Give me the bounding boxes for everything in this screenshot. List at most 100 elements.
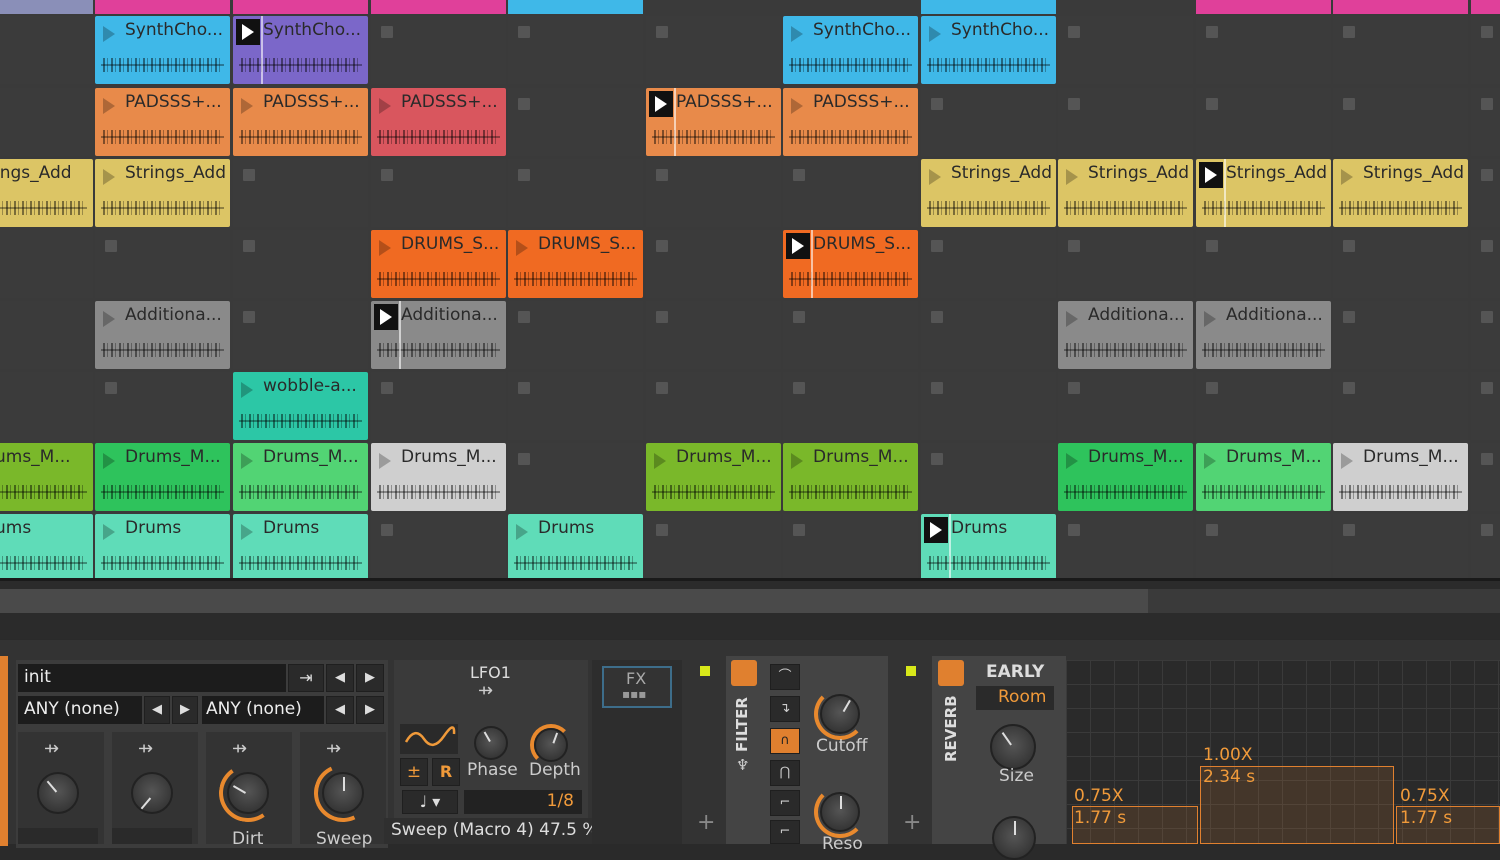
stop-square-icon[interactable] [518,311,530,323]
empty-clip-slot[interactable] [1471,159,1500,227]
filter2-next-button[interactable]: ▶ [356,696,384,724]
empty-clip-slot[interactable] [508,159,643,227]
stop-square-icon[interactable] [243,169,255,181]
stop-square-icon[interactable] [931,382,943,394]
clip[interactable]: Drums_M... [646,443,781,511]
filter2-prev-button[interactable]: ◀ [326,696,354,724]
clip-play-triangle-icon[interactable] [516,524,528,540]
modulation-arrow-icon[interactable]: ⇸ [326,738,341,759]
clip-slot-partial[interactable] [233,0,368,14]
lfo-rate-field[interactable]: 1/8 [464,790,582,814]
empty-clip-slot[interactable] [1333,514,1468,580]
macro-label-1[interactable] [18,828,98,844]
play-icon[interactable] [236,19,260,45]
empty-clip-slot[interactable] [95,230,230,298]
empty-clip-slot[interactable] [508,16,643,84]
empty-clip-slot[interactable] [646,159,781,227]
empty-clip-slot[interactable] [783,301,918,369]
clip-play-triangle-icon[interactable] [1066,453,1078,469]
filter-keytrack-icon[interactable]: ♆ [736,756,749,774]
clip-play-triangle-icon[interactable] [791,453,803,469]
clip[interactable]: SynthCho... [921,16,1056,84]
retrigger-toggle[interactable]: R [432,758,460,786]
empty-clip-slot[interactable] [233,159,368,227]
room-type-selector[interactable]: Room [976,686,1054,710]
lfo-modulation-icon[interactable]: ⇸ [478,680,493,701]
macro-knob-dirt[interactable] [227,772,269,814]
clip-play-triangle-icon[interactable] [241,98,253,114]
bipolar-toggle[interactable]: ± [400,758,428,786]
stop-square-icon[interactable] [931,311,943,323]
empty-clip-slot[interactable] [783,159,918,227]
empty-clip-slot[interactable] [371,159,506,227]
stop-square-icon[interactable] [931,453,943,465]
filter-type-highpass-steep[interactable]: ⌐ [770,820,800,844]
cutoff-knob[interactable] [820,694,860,734]
macro-knob-2[interactable] [131,772,173,814]
empty-clip-slot[interactable] [646,16,781,84]
stop-square-icon[interactable] [1481,453,1493,465]
stop-square-icon[interactable] [793,382,805,394]
empty-clip-slot[interactable] [0,230,93,298]
clip[interactable]: Strings_Add [1058,159,1193,227]
clip[interactable]: SynthCho... [233,16,368,84]
clip-play-triangle-icon[interactable] [241,382,253,398]
stop-square-icon[interactable] [381,169,393,181]
empty-clip-slot[interactable] [1058,514,1193,580]
clip[interactable]: Drums_M... [783,443,918,511]
size-knob[interactable] [990,724,1036,770]
clip[interactable]: rings_Add [0,159,93,227]
clip-play-triangle-icon[interactable] [1204,453,1216,469]
clip-play-triangle-icon[interactable] [103,169,115,185]
stop-square-icon[interactable] [1343,382,1355,394]
clip-slot-partial[interactable] [508,0,643,14]
empty-clip-slot[interactable] [0,88,93,156]
empty-clip-slot[interactable] [1058,230,1193,298]
stop-square-icon[interactable] [1068,26,1080,38]
stop-square-icon[interactable] [656,240,668,252]
clip[interactable]: Drums [95,514,230,580]
clip[interactable]: Drums [921,514,1056,580]
empty-clip-slot[interactable] [1196,88,1331,156]
clip-play-triangle-icon[interactable] [241,524,253,540]
empty-clip-slot[interactable] [508,301,643,369]
clip-slot-partial[interactable] [921,0,1056,14]
clip-slot-partial[interactable] [1058,0,1193,14]
stop-square-icon[interactable] [1068,382,1080,394]
stop-square-icon[interactable] [931,98,943,110]
stop-square-icon[interactable] [1481,524,1493,536]
empty-clip-slot[interactable] [1471,230,1500,298]
stop-square-icon[interactable] [1343,311,1355,323]
clip[interactable]: Strings_Add [95,159,230,227]
stop-square-icon[interactable] [1343,524,1355,536]
clip-play-triangle-icon[interactable] [1066,169,1078,185]
clip[interactable]: SynthCho... [783,16,918,84]
filter-device-icon[interactable] [731,660,757,686]
empty-clip-slot[interactable] [233,301,368,369]
empty-clip-slot[interactable] [783,372,918,440]
filter-type-lowpass-steep[interactable]: ↴ [770,696,800,722]
empty-clip-slot[interactable] [1196,16,1331,84]
stop-square-icon[interactable] [1206,98,1218,110]
empty-clip-slot[interactable] [371,372,506,440]
empty-clip-slot[interactable] [1471,372,1500,440]
clip-play-triangle-icon[interactable] [516,240,528,256]
reverb-knob-2[interactable] [992,816,1036,860]
empty-clip-slot[interactable] [1471,514,1500,580]
empty-clip-slot[interactable] [1471,16,1500,84]
empty-clip-slot[interactable] [1196,230,1331,298]
clip[interactable]: Drums [508,514,643,580]
empty-clip-slot[interactable] [233,230,368,298]
play-icon[interactable] [649,91,673,117]
clip[interactable]: rums_M... [0,443,93,511]
lfo-shape-button[interactable] [400,724,458,754]
stop-square-icon[interactable] [1481,311,1493,323]
filter-type-highpass[interactable]: ⌐ [770,790,800,816]
clip[interactable]: Drums_M... [233,443,368,511]
empty-clip-slot[interactable] [1471,443,1500,511]
clip[interactable]: Additiona... [371,301,506,369]
stop-square-icon[interactable] [656,524,668,536]
clip-play-triangle-icon[interactable] [103,26,115,42]
empty-clip-slot[interactable] [921,88,1056,156]
clip-play-triangle-icon[interactable] [929,169,941,185]
